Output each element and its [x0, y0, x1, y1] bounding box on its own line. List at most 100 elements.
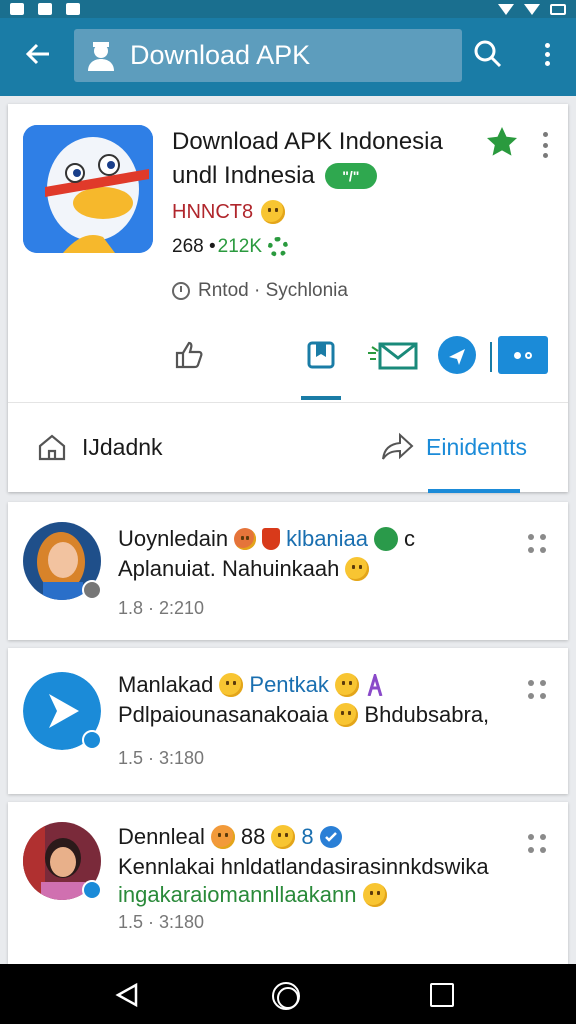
post-author-number-2: 8 — [301, 824, 314, 849]
face-emoji-icon — [234, 528, 257, 550]
app-subtitle-text: undl Indnesia — [172, 162, 315, 189]
app-subtitle: undl Indnesia "/" — [172, 162, 377, 190]
search-button[interactable] — [470, 36, 506, 72]
clock-icon — [172, 282, 190, 300]
smile-emoji-icon — [345, 557, 370, 581]
post-author: Uoynledain klbaniaa c — [118, 526, 415, 552]
more-dots-icon — [528, 680, 534, 686]
post-text: Kennlakai hnldatlandasirasinnkdswika — [118, 854, 489, 880]
app-detail-card: Download APK Indonesia undl Indnesia "/"… — [8, 104, 568, 493]
battery-icon — [550, 3, 566, 15]
back-arrow-icon — [25, 43, 49, 65]
post-time: 1.8 · 2:210 — [118, 598, 205, 618]
tab-events[interactable]: Einidentts — [380, 431, 527, 463]
post-author-tail: c — [404, 526, 416, 551]
feed-post[interactable]: Manlakad Pentkak Pdlpaiounasanakoaia Bhd… — [8, 648, 568, 794]
more-dots-icon — [514, 351, 521, 359]
status-bar — [0, 0, 576, 18]
more-dots-icon — [528, 834, 534, 840]
tab-home-label: IJdadnk — [82, 433, 163, 460]
post-more-button[interactable] — [528, 680, 548, 700]
wifi-icon — [498, 3, 514, 15]
laugh-emoji-icon — [334, 673, 359, 697]
smile-emoji-icon — [334, 703, 359, 727]
nav-recents-icon[interactable] — [430, 983, 454, 1007]
share-button[interactable] — [436, 334, 478, 376]
share-arrow-icon — [382, 432, 414, 460]
system-nav-bar — [0, 964, 576, 1024]
gear-icon — [268, 237, 289, 257]
more-vert-icon — [542, 132, 548, 137]
post-text-link[interactable]: ingakaraiomannllaakann — [118, 882, 387, 908]
notification-icon — [38, 3, 52, 15]
more-actions-button[interactable] — [498, 336, 548, 374]
user-icon — [88, 41, 114, 71]
tag-icon — [262, 528, 281, 550]
nav-home-icon[interactable] — [272, 982, 300, 1010]
post-text: Aplanuiat. Nahuinkaah — [118, 556, 370, 582]
feed-post[interactable]: Dennleal 88 8 Kennlakai hnldatlandasiras… — [8, 802, 568, 964]
app-meta-text: Rntod · Sychlonia — [198, 280, 348, 301]
search-title: Download APK — [130, 40, 311, 70]
status-system — [498, 3, 566, 15]
app-name: Download APK Indonesia — [172, 128, 443, 155]
star-icon — [487, 127, 517, 156]
post-author-name: Manlakad — [118, 672, 214, 697]
post-text-content: Kennlakai hnldatlandasirasinnkdswika — [118, 854, 489, 879]
feed-post[interactable]: Uoynledain klbaniaa c Aplanuiat. Nahuink… — [8, 502, 568, 640]
back-button[interactable] — [20, 36, 56, 72]
verified-badge — [82, 880, 102, 900]
bookmark-active-indicator — [301, 396, 341, 400]
mascot-logo — [23, 125, 153, 253]
tab-home[interactable]: IJdadnk — [36, 431, 163, 463]
post-time: 1.5 · 3:180 — [118, 912, 205, 932]
verified-pill: "/" — [324, 163, 377, 189]
tab-events-label: Einidentts — [426, 433, 528, 460]
post-author-name: Dennleal — [118, 824, 205, 849]
post-more-button[interactable] — [528, 534, 548, 554]
developer-name: HNNCT8 — [172, 200, 254, 223]
notification-icon — [10, 3, 24, 15]
nav-back-icon[interactable] — [114, 982, 140, 1008]
divider — [490, 342, 492, 372]
card-more-button[interactable] — [538, 132, 552, 158]
hug-emoji-icon — [210, 825, 235, 849]
signal-icon — [524, 3, 540, 15]
rating-count: 212K — [217, 236, 263, 257]
bookmark-icon — [307, 341, 335, 369]
notification-icon — [66, 3, 80, 15]
like-button[interactable] — [168, 334, 210, 376]
smile-emoji-icon — [362, 883, 387, 907]
overflow-menu-button[interactable] — [532, 36, 562, 72]
post-author-tag: Pentkak — [249, 672, 329, 697]
post-author: Manlakad Pentkak — [118, 672, 385, 698]
thumbs-up-icon — [175, 341, 203, 369]
verified-check-icon — [319, 826, 342, 848]
post-more-button[interactable] — [528, 834, 548, 854]
developer[interactable]: HNNCT8 — [172, 200, 286, 224]
bookmark-button[interactable] — [300, 334, 342, 376]
mail-icon — [368, 342, 418, 370]
post-text-link-content: ingakaraiomannllaakann — [118, 882, 357, 907]
post-time: 1.5 · 3:180 — [118, 748, 205, 768]
search-icon — [474, 40, 502, 68]
message-button[interactable] — [366, 334, 418, 376]
verified-badge — [82, 730, 102, 750]
post-text-content: Pdlpaiounasanakoaia — [118, 702, 329, 727]
app-icon[interactable] — [23, 125, 153, 253]
status-notifications — [10, 3, 80, 15]
more-dots-icon — [528, 534, 534, 540]
download-count: 268 • — [172, 236, 216, 257]
post-text-content: Aplanuiat. Nahuinkaah — [118, 556, 340, 581]
smile-emoji-icon — [261, 200, 286, 224]
search-field[interactable]: Download APK — [74, 29, 462, 82]
share-icon — [438, 336, 476, 374]
more-vert-icon — [544, 42, 550, 48]
smile-emoji-icon — [271, 825, 296, 849]
post-text-tail: Bhdubsabra, — [364, 702, 490, 727]
app-stats: 268 • 212K — [172, 236, 289, 258]
favorite-button[interactable] — [484, 124, 520, 160]
home-icon — [38, 434, 66, 461]
post-text: Pdlpaiounasanakoaia Bhdubsabra, — [118, 702, 489, 728]
post-author-tag: klbaniaa — [286, 526, 369, 551]
